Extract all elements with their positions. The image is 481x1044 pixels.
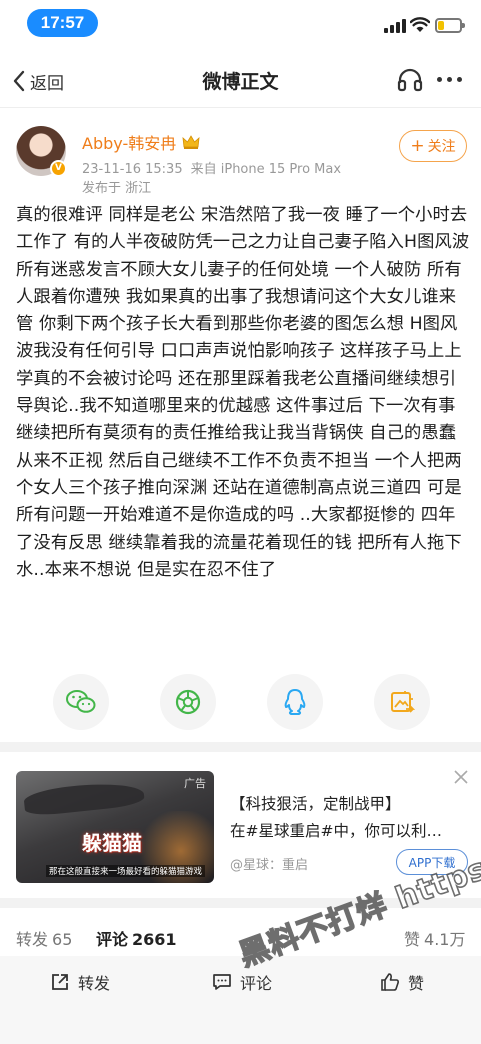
more-options-button[interactable] bbox=[437, 77, 462, 82]
thumbs-up-icon bbox=[381, 973, 399, 991]
ad-caption: 那在这般直接来一场最好看的躲猫猫游戏 bbox=[46, 865, 206, 877]
moments-share-button[interactable] bbox=[160, 674, 216, 730]
tab-reposts-label: 转发 bbox=[16, 930, 49, 949]
repost-label: 转发 bbox=[78, 974, 111, 993]
tab-likes[interactable]: 赞 4.1万 bbox=[404, 926, 465, 950]
post-date: 23-11-16 15:35 bbox=[82, 162, 183, 177]
author-name[interactable]: Abby-韩安冉 bbox=[82, 130, 176, 154]
nav-bar: 返回 微博正文 bbox=[0, 52, 481, 108]
tab-likes-label: 赞 bbox=[404, 930, 421, 949]
ad-card[interactable]: 广告 躲猫猫 那在这般直接来一场最好看的躲猫猫游戏 【科技狠活，定制战甲】 在#… bbox=[0, 752, 481, 898]
qq-share-button[interactable] bbox=[267, 674, 323, 730]
tab-reposts[interactable]: 转发 65 bbox=[16, 926, 72, 950]
crown-icon bbox=[182, 135, 200, 149]
comment-button[interactable]: 评论 bbox=[212, 970, 272, 994]
plus-icon: + bbox=[410, 135, 425, 156]
repost-icon bbox=[52, 974, 68, 990]
post-location: 发布于 浙江 bbox=[82, 181, 152, 196]
ad-title: 【科技狠活，定制战甲】 bbox=[230, 795, 401, 813]
ad-source: @星球：重启 bbox=[230, 858, 309, 873]
ad-game-name: 躲猫猫 bbox=[82, 831, 142, 855]
wechat-icon bbox=[66, 690, 96, 713]
moments-icon bbox=[175, 689, 201, 715]
bottom-action-bar: 转发 评论 赞 bbox=[0, 956, 481, 1044]
weibo-post-page: 17:57 返回 微博正文 V Abby-韩安冉 23-11-16 15:35 … bbox=[0, 0, 481, 1044]
ad-description: 在#星球重启#中，你可以利… bbox=[230, 822, 442, 840]
wifi-icon bbox=[410, 17, 430, 32]
headphones-icon[interactable] bbox=[397, 67, 423, 93]
qq-icon bbox=[284, 689, 306, 715]
status-bar: 17:57 bbox=[0, 0, 481, 48]
image-share-icon bbox=[391, 691, 415, 713]
share-row bbox=[0, 674, 481, 730]
ad-tag: 广告 bbox=[184, 777, 206, 790]
repost-button[interactable]: 转发 bbox=[50, 970, 110, 994]
ad-image[interactable]: 广告 躲猫猫 那在这般直接来一场最好看的躲猫猫游戏 bbox=[16, 771, 214, 883]
follow-button[interactable]: + 关注 bbox=[399, 130, 467, 162]
wechat-share-button[interactable] bbox=[53, 674, 109, 730]
post-meta: 23-11-16 15:35 来自 iPhone 15 Pro Max bbox=[82, 158, 341, 177]
section-divider bbox=[0, 742, 481, 752]
interaction-tabs: 转发 65 评论 2661 赞 4.1万 bbox=[0, 916, 481, 956]
comments-count: 2661 bbox=[132, 930, 177, 949]
image-share-button[interactable] bbox=[374, 674, 430, 730]
comment-label: 评论 bbox=[240, 974, 273, 993]
battery-icon bbox=[435, 18, 465, 33]
app-download-button[interactable]: APP下载 bbox=[396, 849, 468, 875]
tab-comments-label: 评论 bbox=[96, 930, 129, 949]
post-source: 来自 iPhone 15 Pro Max bbox=[190, 162, 342, 177]
tab-comments[interactable]: 评论 2661 bbox=[96, 926, 177, 950]
verified-badge: V bbox=[50, 160, 67, 177]
post-text: 真的很难评 同样是老公 宋浩然陪了我一夜 睡了一个小时去工作了 有的人半夜破防凭… bbox=[16, 205, 470, 580]
section-divider bbox=[0, 898, 481, 908]
reposts-count: 65 bbox=[52, 930, 73, 949]
comment-icon bbox=[213, 974, 231, 990]
follow-label: 关注 bbox=[427, 139, 456, 155]
like-label: 赞 bbox=[408, 974, 425, 993]
cellular-signal-icon bbox=[384, 19, 406, 33]
like-button[interactable]: 赞 bbox=[380, 970, 424, 994]
status-time: 17:57 bbox=[27, 9, 98, 37]
likes-count: 4.1万 bbox=[424, 930, 466, 949]
author-header: V Abby-韩安冉 23-11-16 15:35 来自 iPhone 15 Pr… bbox=[0, 118, 481, 198]
close-icon[interactable] bbox=[454, 770, 468, 784]
